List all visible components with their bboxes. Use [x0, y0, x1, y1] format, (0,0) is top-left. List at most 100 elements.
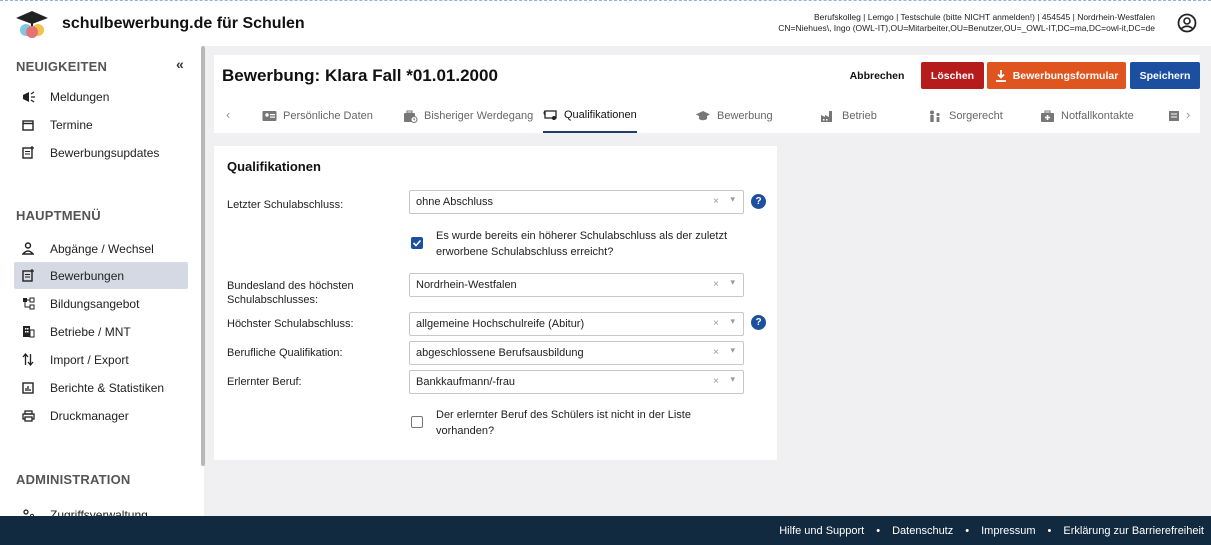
chevron-down-icon[interactable]: ▾	[730, 345, 735, 356]
tab-qualifikationen[interactable]: Qualifikationen	[543, 99, 637, 133]
tab-bewerbung[interactable]: Bewerbung	[695, 99, 773, 133]
sidebar-item-label: Zugriffsverwaltung	[50, 507, 148, 517]
help-icon[interactable]: ?	[751, 194, 766, 209]
tab-label: Bewerbung	[717, 110, 773, 122]
sidebar-item-druckmanager[interactable]: Druckmanager	[14, 402, 188, 429]
tab-label: Betrieb	[842, 110, 877, 122]
tab-bisheriger-werdegang[interactable]: Bisheriger Werdegang	[403, 99, 533, 133]
sidebar-item-label: Abgänge / Wechsel	[50, 241, 154, 256]
tab-scroll-left-icon[interactable]: ‹	[226, 107, 230, 122]
sidebar-item-meldungen[interactable]: Meldungen	[14, 83, 188, 110]
section-title: Qualifikationen	[227, 159, 321, 174]
hierarchy-icon	[22, 297, 44, 310]
sidebar-item-label: Termine	[50, 117, 93, 132]
main-menu-heading: HAUPTMENÜ	[16, 208, 101, 223]
application-header: Bewerbung: Klara Fall *01.01.2000 Abbrec…	[214, 55, 1200, 133]
sidebar-item-termine[interactable]: Termine	[14, 111, 188, 138]
clear-icon[interactable]: ×	[713, 376, 719, 387]
sidebar-item-bewerbungsupdates[interactable]: Bewerbungsupdates	[14, 139, 188, 166]
vocational-label: Berufliche Qualifikation:	[227, 347, 343, 359]
page-title: Bewerbung: Klara Fall *01.01.2000	[222, 66, 498, 85]
building-icon	[22, 325, 44, 338]
news-heading: NEUIGKEITEN	[16, 59, 108, 74]
sidebar-scrollbar[interactable]	[201, 46, 205, 466]
sidebar-item-zugriffsverwaltung[interactable]: Zugriffsverwaltung	[14, 501, 188, 516]
clear-icon[interactable]: ×	[713, 196, 719, 207]
profession-missing-checkbox-label: Der erlernter Beruf des Schülers ist nic…	[436, 409, 691, 437]
vocational-select[interactable]: abgeschlossene Berufsausbildung × ▾	[409, 341, 744, 365]
user-context: Berufskolleg | Lemgo | Testschule (bitte…	[778, 12, 1155, 34]
save-button[interactable]: Speichern	[1130, 62, 1200, 89]
higher-degree-checkbox-label: Es wurde bereits ein höherer Schulabschl…	[436, 230, 728, 258]
tab-bar: ‹ Persönliche Daten Bisheriger Werdegang…	[214, 99, 1200, 133]
user-dn-line: CN=Niehues\, Ingo (OWL-IT),OU=Mitarbeite…	[778, 23, 1155, 33]
application-icon	[22, 269, 44, 282]
footer-link-imprint[interactable]: Impressum	[981, 525, 1035, 537]
diploma-icon	[543, 109, 558, 121]
tab-scroll-right-icon[interactable]: ›	[1186, 107, 1190, 122]
tab-sorgerecht[interactable]: Sorgerecht	[928, 99, 1003, 133]
tab-label: Sorgerecht	[949, 110, 1003, 122]
sidebar-item-bildungsangebot[interactable]: Bildungsangebot	[14, 290, 188, 317]
tab-more[interactable]	[1168, 99, 1186, 133]
history-icon	[403, 110, 418, 123]
chevron-down-icon[interactable]: ▾	[730, 374, 735, 385]
footer-link-privacy[interactable]: Datenschutz	[892, 525, 953, 537]
collapse-sidebar-icon[interactable]: «	[176, 56, 184, 72]
higher-degree-checkbox[interactable]	[411, 237, 423, 249]
app-logo[interactable]	[14, 9, 50, 39]
qualifications-card: Qualifikationen Letzter Schulabschluss: …	[214, 146, 777, 460]
clear-icon[interactable]: ×	[713, 318, 719, 329]
family-icon	[928, 110, 943, 123]
update-icon	[22, 146, 44, 159]
state-label: Bundesland des höchsten Schulabschlusses…	[227, 280, 354, 306]
sidebar-item-label: Berichte & Statistiken	[50, 380, 165, 395]
delete-button[interactable]: Löschen	[921, 62, 984, 89]
document-icon	[1168, 110, 1180, 122]
profession-missing-checkbox[interactable]	[411, 416, 423, 428]
clear-icon[interactable]: ×	[713, 347, 719, 358]
sidebar-item-import-export[interactable]: Import / Export	[14, 346, 188, 373]
cancel-button[interactable]: Abbrechen	[842, 62, 912, 89]
last-degree-select[interactable]: ohne Abschluss × ▾	[409, 190, 744, 214]
school-context-line: Berufskolleg | Lemgo | Testschule (bitte…	[814, 12, 1155, 22]
sidebar-item-berichte[interactable]: Berichte & Statistiken	[14, 374, 188, 401]
chart-icon	[22, 381, 44, 394]
user-account-icon[interactable]	[1177, 13, 1197, 33]
sidebar-item-label: Bewerbungen	[50, 268, 125, 283]
tab-notfallkontakte[interactable]: Notfallkontakte	[1040, 99, 1134, 133]
help-icon[interactable]: ?	[751, 315, 766, 330]
top-bar: schulbewerbung.de für Schulen Berufskoll…	[0, 0, 1211, 46]
state-select[interactable]: Nordrhein-Westfalen × ▾	[409, 273, 744, 297]
calendar-icon	[22, 119, 44, 131]
footer-separator: •	[876, 524, 881, 537]
tab-persoenliche-daten[interactable]: Persönliche Daten	[262, 99, 373, 133]
person-icon	[22, 242, 44, 255]
printer-icon	[22, 409, 44, 422]
chevron-down-icon[interactable]: ▾	[730, 194, 735, 205]
sidebar-item-betriebe[interactable]: Betriebe / MNT	[14, 318, 188, 345]
administration-heading: ADMINISTRATION	[16, 472, 131, 487]
import-export-icon	[22, 353, 44, 366]
footer-link-support[interactable]: Hilfe und Support	[779, 525, 864, 537]
graduation-cap-icon	[695, 110, 711, 122]
footer-separator: •	[1047, 524, 1052, 537]
sidebar-item-abgaenge[interactable]: Abgänge / Wechsel	[14, 235, 188, 262]
tab-betrieb[interactable]: Betrieb	[820, 99, 877, 133]
application-form-button[interactable]: Bewerbungsformular	[987, 62, 1126, 89]
highest-degree-select[interactable]: allgemeine Hochschulreife (Abitur) × ▾	[409, 312, 744, 336]
tab-label: Qualifikationen	[564, 109, 637, 121]
profession-value: Bankkaufmann/-frau	[416, 376, 516, 388]
tab-label: Bisheriger Werdegang	[424, 110, 534, 122]
profession-select[interactable]: Bankkaufmann/-frau × ▾	[409, 370, 744, 394]
chevron-down-icon[interactable]: ▾	[730, 316, 735, 327]
app-title: schulbewerbung.de für Schulen	[62, 14, 305, 32]
sidebar-item-label: Bildungsangebot	[50, 296, 140, 311]
id-card-icon	[262, 110, 277, 122]
first-aid-icon	[1040, 110, 1055, 123]
sidebar-item-label: Bewerbungsupdates	[50, 145, 160, 160]
clear-icon[interactable]: ×	[713, 279, 719, 290]
sidebar-item-bewerbungen[interactable]: Bewerbungen	[14, 262, 188, 289]
footer-link-accessibility[interactable]: Erklärung zur Barrierefreiheit	[1063, 525, 1204, 537]
chevron-down-icon[interactable]: ▾	[730, 277, 735, 288]
